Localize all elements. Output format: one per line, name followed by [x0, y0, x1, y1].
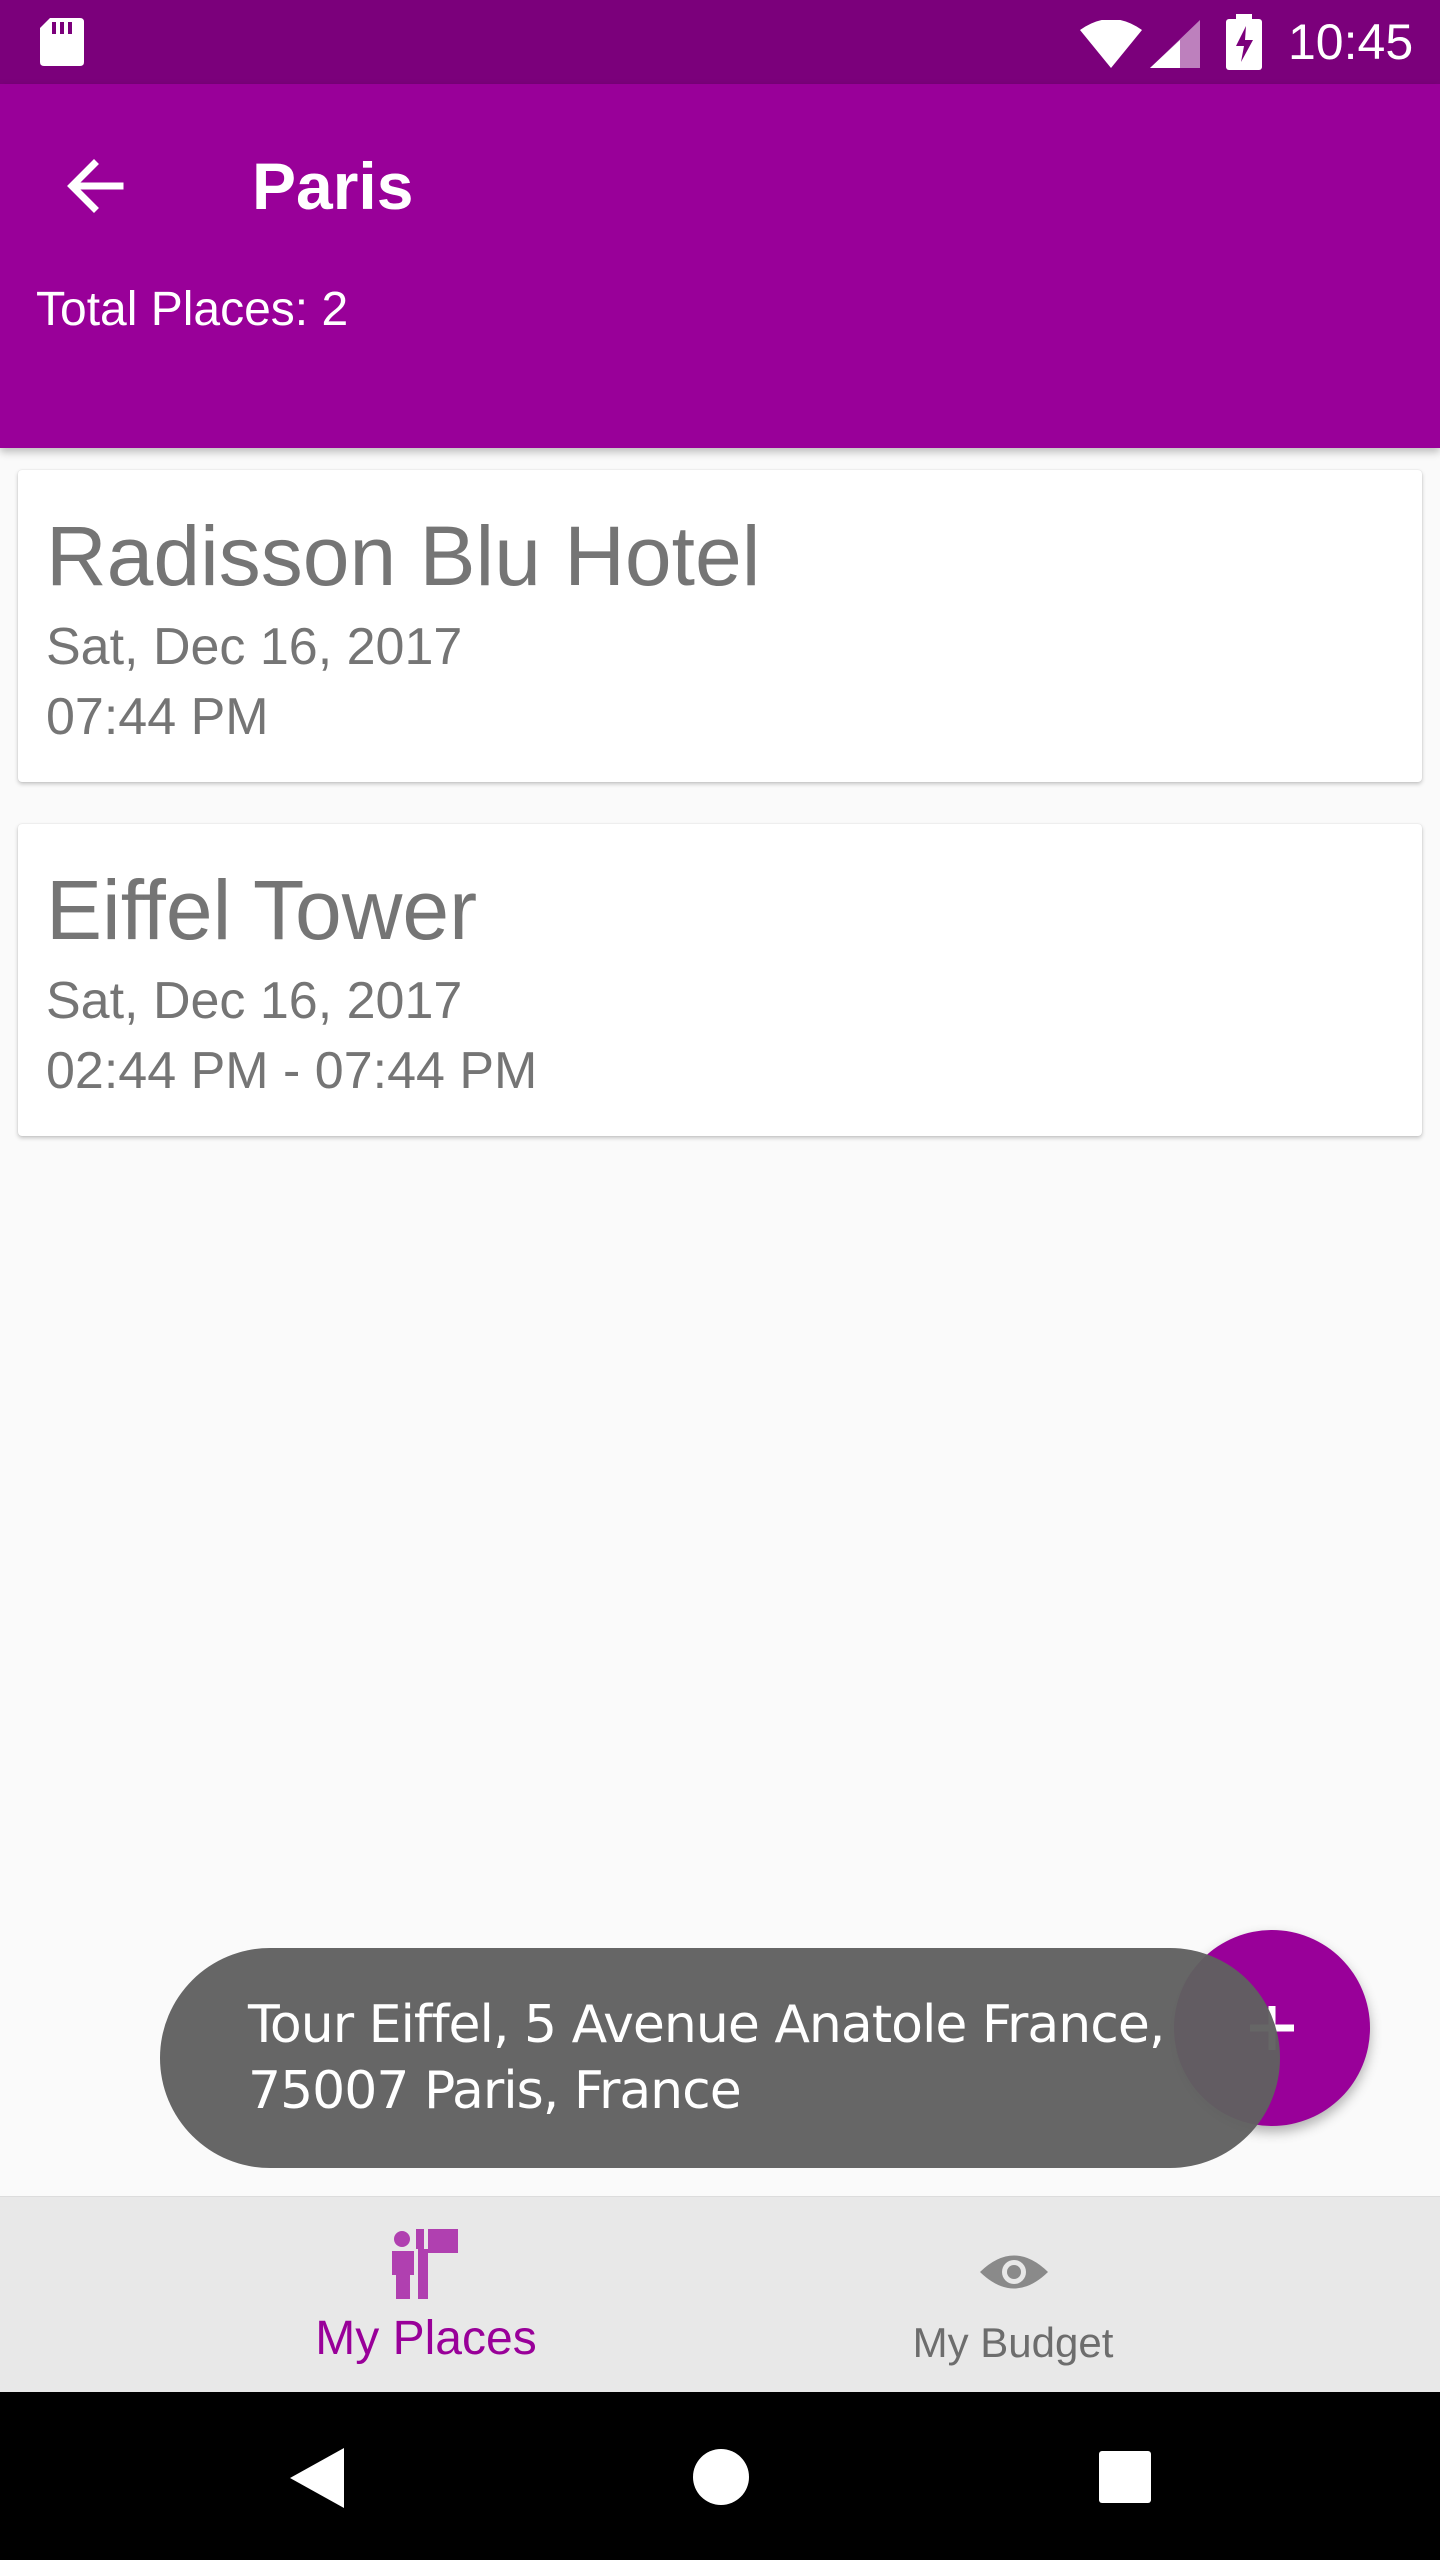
arrow-back-icon[interactable] — [60, 150, 132, 222]
places-flag-icon — [392, 2229, 458, 2299]
nav-item-my-places[interactable]: My Places — [0, 2197, 720, 2393]
home-circle-icon[interactable] — [692, 2448, 750, 2506]
nav-item-my-budget[interactable]: My Budget — [720, 2197, 1440, 2393]
address-toast: Tour Eiffel, 5 Avenue Anatole France, 75… — [160, 1948, 1280, 2168]
eye-icon — [980, 2255, 1048, 2289]
page-title: Paris — [252, 149, 414, 223]
toast-message: Tour Eiffel, 5 Avenue Anatole France, 75… — [248, 1992, 1248, 2124]
total-places-count: Total Places: 2 — [36, 283, 349, 336]
signal-icon — [1150, 20, 1200, 68]
app-bar: Paris Total Places: 2 — [0, 84, 1440, 448]
battery-charging-icon — [1226, 14, 1262, 70]
status-bar: 10:45 — [0, 0, 1440, 84]
place-name: Radisson Blu Hotel — [46, 509, 761, 603]
back-triangle-icon[interactable] — [286, 2446, 346, 2510]
recents-square-icon[interactable] — [1098, 2450, 1152, 2504]
place-time: 07:44 PM — [46, 688, 269, 746]
sd-card-icon — [40, 18, 84, 66]
system-navigation-bar — [0, 2392, 1440, 2560]
toast-line-1: Tour Eiffel, 5 Avenue Anatole France, — [248, 1995, 1165, 2055]
place-card[interactable]: Eiffel Tower Sat, Dec 16, 2017 02:44 PM … — [18, 824, 1422, 1136]
wifi-icon — [1080, 20, 1142, 68]
place-card[interactable]: Radisson Blu Hotel Sat, Dec 16, 2017 07:… — [18, 470, 1422, 782]
bottom-navigation: My Places My Budget — [0, 2196, 1440, 2393]
clock: 10:45 — [1288, 14, 1414, 70]
place-date: Sat, Dec 16, 2017 — [46, 972, 463, 1030]
nav-label-my-budget: My Budget — [912, 2319, 1114, 2366]
place-name: Eiffel Tower — [46, 863, 478, 957]
place-date: Sat, Dec 16, 2017 — [46, 618, 463, 676]
toast-line-2: 75007 Paris, France — [248, 2061, 742, 2121]
place-time: 02:44 PM - 07:44 PM — [46, 1042, 538, 1100]
